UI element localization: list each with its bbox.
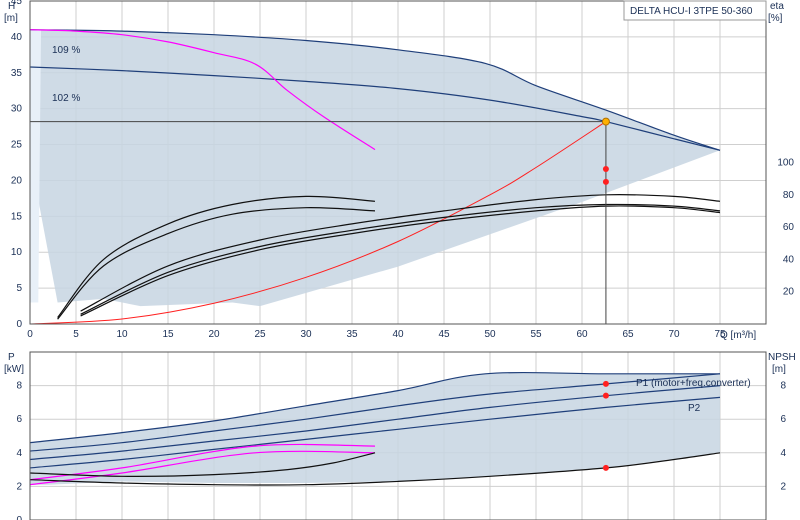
eta-label: eta <box>770 1 784 12</box>
npsh-tick-label: 6 <box>780 414 786 425</box>
eta-tick-label: 20 <box>783 287 795 298</box>
annot-109: 109 % <box>52 45 80 56</box>
p2-point <box>602 392 609 399</box>
top-chart-area: 0 5 10 15 20 25 30 35 40 45 50 55 60 65 70 750510152025… <box>4 0 794 341</box>
legend-p2: P2 <box>688 403 701 414</box>
eta-point <box>602 178 609 185</box>
h-tick-label: 15 <box>11 211 23 222</box>
eta-tick-label: 40 <box>783 254 795 265</box>
h-unit: [m] <box>4 13 18 24</box>
eta-tick-label: 60 <box>783 222 795 233</box>
h-tick-label: 35 <box>11 68 23 79</box>
h-tick-label: 10 <box>11 247 23 258</box>
eta-point <box>602 165 609 172</box>
p-tick-label: 0 <box>16 515 22 520</box>
operating-range-light <box>30 29 42 303</box>
h-label: H <box>8 1 15 12</box>
legend-p1: P1 (motor+freq.converter) <box>636 378 751 389</box>
q-tick-label: 40 <box>392 329 404 340</box>
p-tick-label: 4 <box>16 448 22 459</box>
h-tick-label: 40 <box>11 32 23 43</box>
q-tick-label: 35 <box>346 329 358 340</box>
q-tick-label: 70 <box>668 329 680 340</box>
p-label: P <box>8 352 15 363</box>
q-tick-label: 10 <box>116 329 128 340</box>
h-tick-label: 5 <box>16 283 22 294</box>
p-tick-label: 2 <box>16 481 22 492</box>
operating-point <box>601 117 610 126</box>
h-tick-label: 25 <box>11 140 23 151</box>
q-tick-label: 45 <box>438 329 450 340</box>
p1-point <box>602 380 609 387</box>
p-tick-label: 8 <box>16 381 22 392</box>
power-range-area <box>30 372 720 485</box>
q-tick-label: 15 <box>162 329 174 340</box>
npsh-unit: [m] <box>772 364 786 375</box>
q-tick-label: 5 <box>73 329 79 340</box>
model-title: DELTA HCU-I 3TPE 50-360 <box>630 6 753 17</box>
pump-curve-chart: 0 5 10 15 20 25 30 35 40 45 50 55 60 65 70 750510152025… <box>4 0 796 520</box>
npsh-label: NPSH <box>768 352 796 363</box>
h-tick-label: 20 <box>11 175 23 186</box>
npsh-tick-label: 4 <box>780 448 786 459</box>
q-tick-label: 65 <box>622 329 634 340</box>
q-tick-label: 50 <box>484 329 496 340</box>
npsh-tick-label: 8 <box>780 381 786 392</box>
p-tick-label: 6 <box>16 414 22 425</box>
q-axis-label: Q [m³/h] <box>720 330 756 341</box>
annot-102: 102 % <box>52 93 80 104</box>
q-tick-label: 60 <box>576 329 588 340</box>
q-tick-label: 55 <box>530 329 542 340</box>
p-unit: [kW] <box>4 364 24 375</box>
q-tick-label: 25 <box>254 329 266 340</box>
q-tick-label: 0 <box>27 329 33 340</box>
npsh-point <box>602 464 609 471</box>
q-tick-label: 20 <box>208 329 220 340</box>
npsh-tick-label: 2 <box>780 481 786 492</box>
bottom-chart-area: 0 2 4 6 8 2 4 6 8 P [kW] NPSH [m] P1 (motor+freq… <box>4 351 796 520</box>
eta-tick-label: 100 <box>777 158 794 169</box>
eta-tick-label: 80 <box>783 190 795 201</box>
h-tick-label: 0 <box>16 319 22 330</box>
eta-unit: [%] <box>768 13 783 24</box>
q-tick-label: 30 <box>300 329 312 340</box>
h-tick-label: 30 <box>11 104 23 115</box>
